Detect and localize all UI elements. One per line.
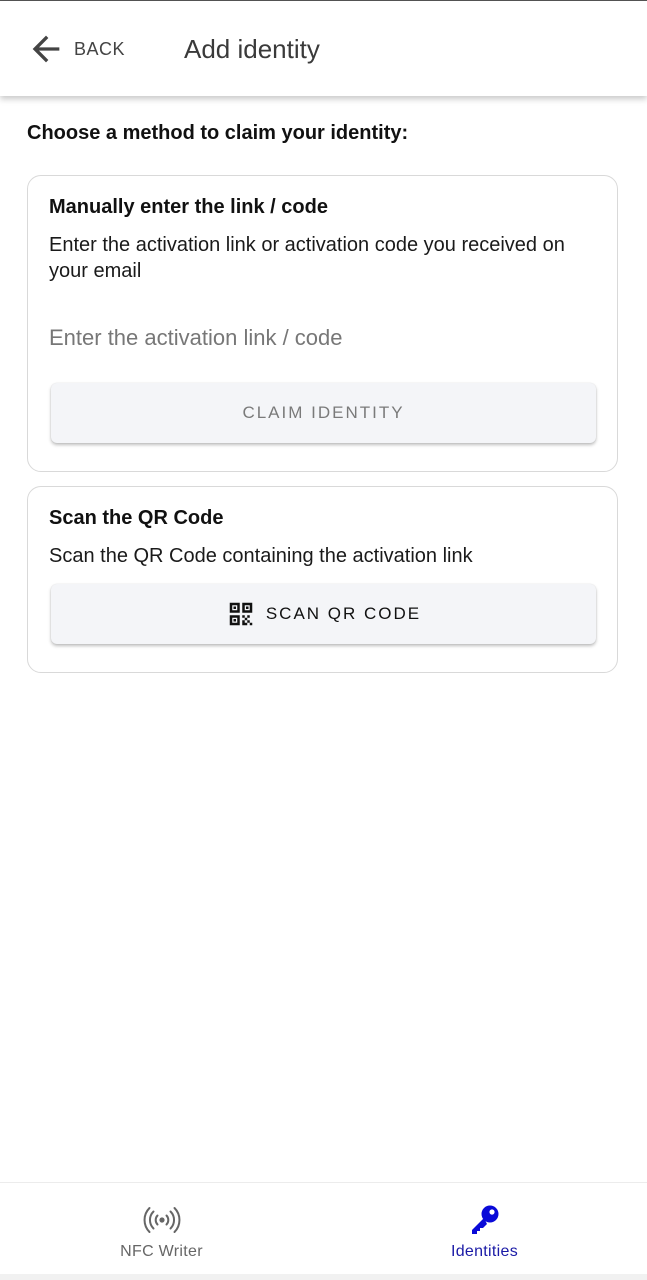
qr-scan-description: Scan the QR Code containing the activati… [49,545,473,567]
bottom-navigation: NFC Writer Identities [0,1182,647,1280]
qr-code-icon [229,602,253,626]
page-title: Add identity [184,34,320,64]
manual-entry-title: Manually enter the link / code [49,196,328,218]
claim-identity-label: CLAIM IDENTITY [242,403,405,422]
qr-scan-card: Scan the QR Code Scan the QR Code contai… [27,486,618,673]
system-nav-strip [0,1274,647,1280]
scan-qr-code-button[interactable]: SCAN QR CODE [51,584,596,644]
app-bar: BACK Add identity [0,1,647,96]
back-label: BACK [74,38,126,59]
nav-label-nfc-writer: NFC Writer [120,1243,203,1260]
instruction-heading: Choose a method to claim your identity: [27,122,409,144]
nav-item-identities[interactable]: Identities [323,1183,646,1273]
back-button[interactable]: BACK [26,29,125,69]
key-icon [465,1203,505,1237]
activation-code-input[interactable] [49,318,589,358]
scan-qr-code-label: SCAN QR CODE [265,604,422,623]
nfc-icon [142,1203,182,1237]
nav-label-identities: Identities [450,1243,519,1260]
manual-entry-description: Enter the activation link or activation … [49,234,565,282]
claim-identity-button[interactable]: CLAIM IDENTITY [51,383,596,443]
manual-entry-card: Manually enter the link / code Enter the… [27,175,618,472]
nav-item-nfc-writer[interactable]: NFC Writer [0,1183,323,1273]
arrow-left-icon [32,35,60,63]
qr-scan-title: Scan the QR Code [49,507,224,529]
